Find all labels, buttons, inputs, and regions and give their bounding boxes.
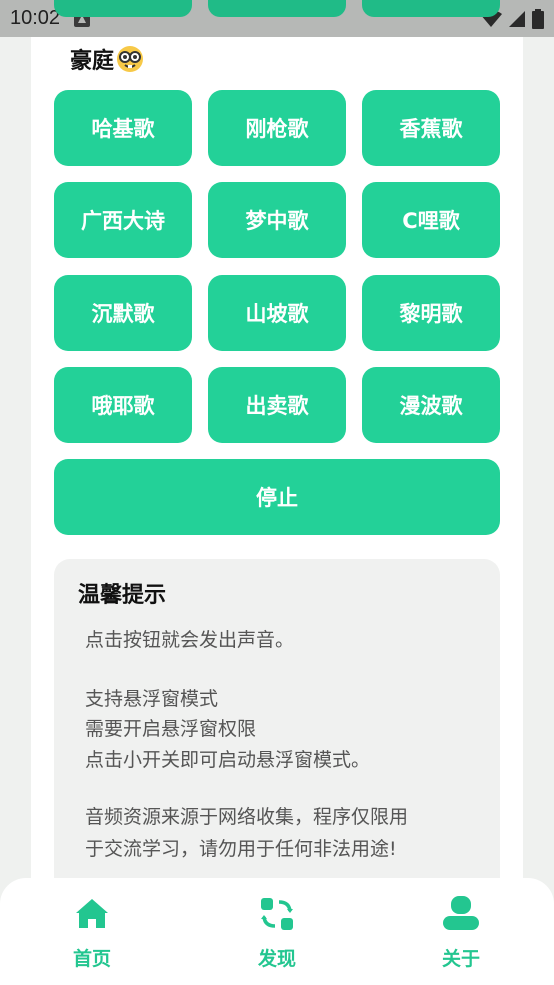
home-icon	[76, 899, 108, 928]
tips-title: 温馨提示	[78, 583, 167, 608]
tips-line: 需要开启悬浮窗权限	[85, 718, 257, 740]
song-button-2[interactable]: 香蕉歌	[362, 90, 500, 166]
song-button-8[interactable]: 黎明歌	[362, 275, 500, 351]
nav-item-discover[interactable]: 发现	[232, 894, 322, 974]
stop-button-label: 停止	[256, 486, 298, 510]
song-button-label: 香蕉歌	[399, 117, 463, 141]
song-button-6[interactable]: 沉默歌	[54, 275, 192, 351]
stop-button[interactable]: 停止	[54, 459, 500, 535]
nav-item-about[interactable]: 关于	[416, 894, 506, 974]
nerd-face-emoji-icon	[117, 46, 144, 72]
user-icon	[443, 896, 479, 930]
song-button-label: 哦耶歌	[91, 394, 155, 418]
song-button-label: 黎明歌	[399, 302, 463, 326]
song-button-partial[interactable]	[54, 0, 192, 17]
tips-line: 点击小开关即可启动悬浮窗模式。	[85, 749, 371, 771]
nav-label-home: 首页	[72, 948, 111, 970]
song-button-label: 出卖歌	[245, 394, 309, 418]
song-button-9[interactable]: 哦耶歌	[54, 367, 192, 443]
nav-item-home[interactable]: 首页	[47, 894, 137, 974]
tips-line: 音频资源来源于网络收集，程序仅限用	[85, 806, 409, 828]
song-button-5[interactable]: C哩歌	[362, 182, 500, 258]
bottom-nav: 首页 发现 关于	[0, 878, 554, 985]
nav-label-discover: 发现	[257, 948, 296, 970]
song-button-partial[interactable]	[208, 0, 346, 17]
song-button-label: 广西大诗	[81, 209, 165, 233]
status-time: 10:02	[10, 7, 61, 29]
song-button-0[interactable]: 哈基歌	[54, 90, 192, 166]
song-button-7[interactable]: 山坡歌	[208, 275, 346, 351]
song-button-label: 沉默歌	[91, 302, 155, 326]
song-button-label: 哈基歌	[91, 117, 155, 141]
song-button-10[interactable]: 出卖歌	[208, 367, 346, 443]
song-button-label: C哩歌	[402, 209, 460, 233]
song-button-11[interactable]: 漫波歌	[362, 367, 500, 443]
tips-line: 支持悬浮窗模式	[85, 688, 219, 710]
song-button-1[interactable]: 刚枪歌	[208, 90, 346, 166]
section-title-text: 豪庭	[70, 49, 115, 74]
tips-card: 温馨提示 点击按钮就会发出声音。 支持悬浮窗模式 需要开启悬浮窗权限 点击小开关…	[54, 559, 500, 909]
song-button-label: 梦中歌	[245, 209, 309, 233]
tips-line: 点击按钮就会发出声音。	[85, 629, 295, 651]
discover-icon	[261, 898, 293, 930]
battery-icon	[532, 8, 544, 29]
nav-label-about: 关于	[441, 948, 480, 970]
song-button-label: 刚枪歌	[245, 117, 309, 141]
song-button-label: 漫波歌	[399, 394, 463, 418]
song-button-3[interactable]: 广西大诗	[54, 182, 192, 258]
song-button-label: 山坡歌	[245, 302, 309, 326]
song-button-4[interactable]: 梦中歌	[208, 182, 346, 258]
tips-line: 于交流学习，请勿用于任何非法用途!	[85, 838, 397, 860]
song-button-partial[interactable]	[362, 0, 500, 17]
signal-icon	[509, 10, 525, 27]
section-title: 豪庭	[70, 42, 144, 76]
